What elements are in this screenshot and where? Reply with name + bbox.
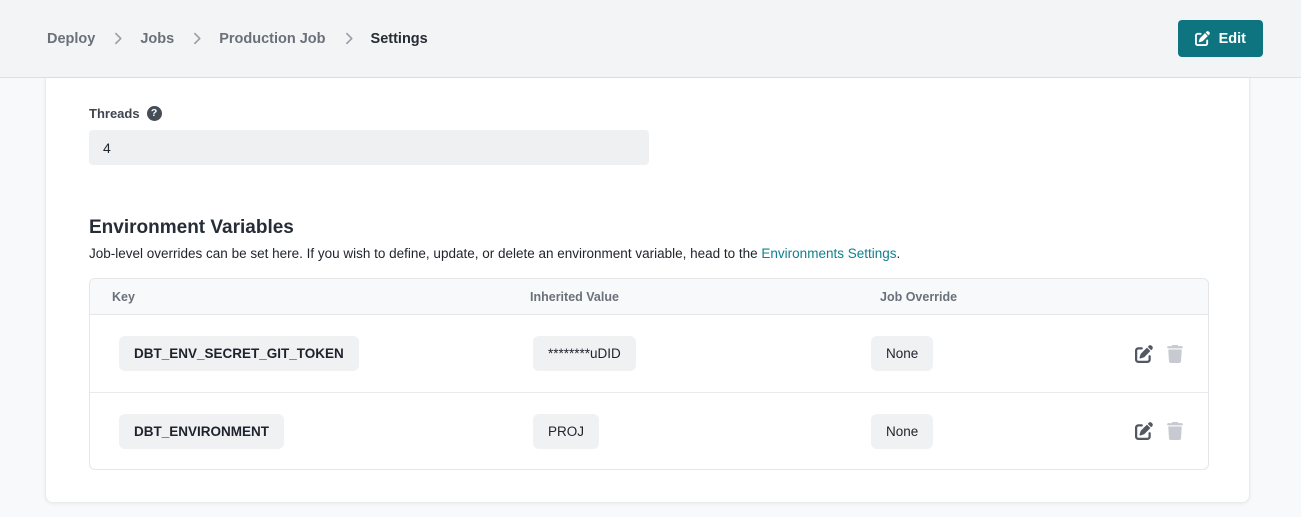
breadcrumb-item-jobs[interactable]: Jobs xyxy=(140,31,174,47)
threads-field: Threads ? xyxy=(89,106,1207,165)
env-var-inherited-value: ********uDID xyxy=(533,336,636,371)
env-var-job-override: None xyxy=(871,336,933,371)
env-vars-title: Environment Variables xyxy=(89,217,1207,239)
edit-button[interactable]: Edit xyxy=(1178,20,1263,57)
table-header-row: Key Inherited Value Job Override xyxy=(90,279,1208,315)
help-icon[interactable]: ? xyxy=(147,106,162,121)
chevron-right-icon xyxy=(344,32,353,45)
column-header-job-override: Job Override xyxy=(792,290,1208,304)
row-edit-button[interactable] xyxy=(1135,345,1153,363)
environments-settings-link[interactable]: Environments Settings xyxy=(761,246,896,261)
env-vars-description: Job-level overrides can be set here. If … xyxy=(89,246,1207,261)
table-row: DBT_ENV_SECRET_GIT_TOKEN ********uDID No… xyxy=(90,315,1208,392)
table-row: DBT_ENVIRONMENT PROJ None xyxy=(90,392,1208,469)
row-delete-button[interactable] xyxy=(1167,422,1183,440)
env-vars-table: Key Inherited Value Job Override DBT_ENV… xyxy=(89,278,1209,470)
threads-label: Threads xyxy=(89,106,140,121)
trash-icon xyxy=(1167,422,1183,440)
threads-input[interactable] xyxy=(89,130,649,165)
breadcrumb-item-settings: Settings xyxy=(371,31,428,47)
chevron-right-icon xyxy=(192,32,201,45)
env-var-key: DBT_ENVIRONMENT xyxy=(119,414,284,449)
edit-icon xyxy=(1195,31,1210,46)
env-vars-description-period: . xyxy=(897,246,901,261)
breadcrumb-item-deploy[interactable]: Deploy xyxy=(47,31,95,47)
top-bar: Deploy Jobs Production Job Settings Edit xyxy=(0,0,1301,78)
env-var-inherited-value: PROJ xyxy=(533,414,599,449)
breadcrumb: Deploy Jobs Production Job Settings xyxy=(47,31,428,47)
trash-icon xyxy=(1167,345,1183,363)
edit-icon xyxy=(1135,345,1153,363)
row-delete-button[interactable] xyxy=(1167,345,1183,363)
column-header-key: Key xyxy=(90,290,530,304)
env-vars-description-text: Job-level overrides can be set here. If … xyxy=(89,246,761,261)
breadcrumb-item-production-job[interactable]: Production Job xyxy=(219,31,325,47)
column-header-inherited-value: Inherited Value xyxy=(530,290,792,304)
row-edit-button[interactable] xyxy=(1135,422,1153,440)
env-var-key: DBT_ENV_SECRET_GIT_TOKEN xyxy=(119,336,359,371)
settings-card: Threads ? Environment Variables Job-leve… xyxy=(45,78,1250,503)
env-var-job-override: None xyxy=(871,414,933,449)
edit-button-label: Edit xyxy=(1219,31,1246,47)
edit-icon xyxy=(1135,422,1153,440)
chevron-right-icon xyxy=(113,32,122,45)
